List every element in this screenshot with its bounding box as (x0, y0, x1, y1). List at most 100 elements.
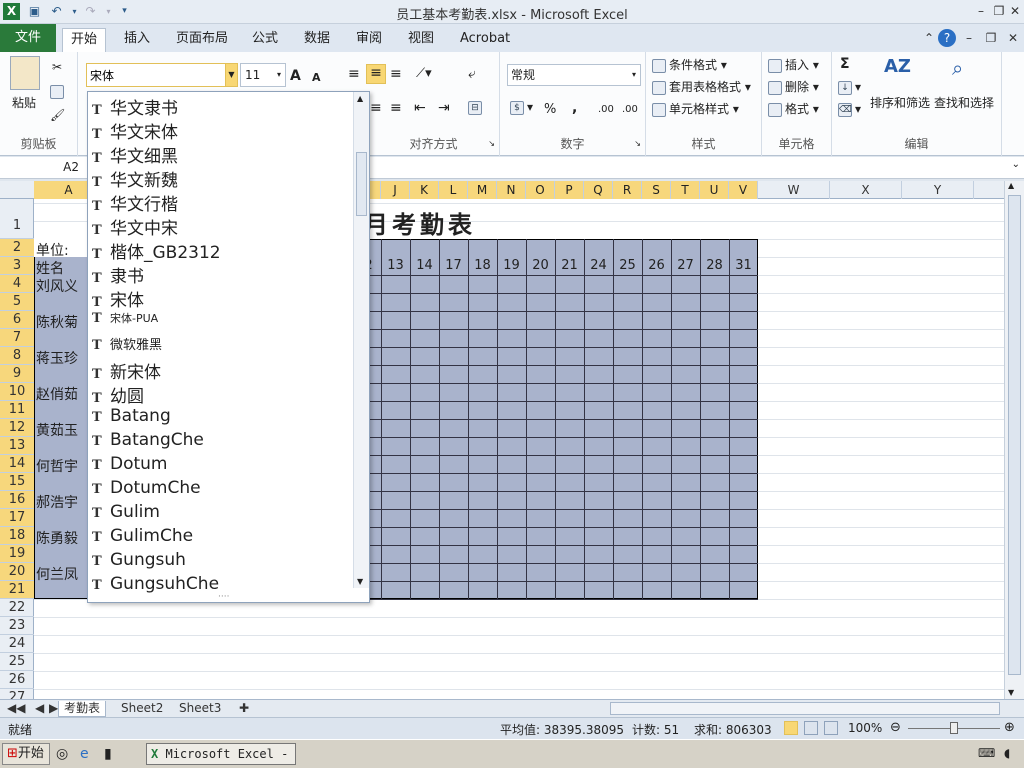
keyboard-icon[interactable]: ⌨ (978, 746, 995, 760)
column-header-k[interactable]: K (410, 181, 439, 199)
insert-sheet-icon[interactable]: ✚ (234, 701, 254, 717)
close-icon[interactable]: ✕ (1006, 2, 1024, 20)
font-name-input[interactable] (87, 64, 225, 86)
scroll-thumb[interactable] (1008, 195, 1021, 675)
row-header-23[interactable]: 23 (0, 617, 34, 635)
column-header-p[interactable]: P (555, 181, 584, 199)
row-header-18[interactable]: 18 (0, 527, 34, 545)
row-header-6[interactable]: 6 (0, 311, 34, 329)
format-painter-icon[interactable]: 🖌 (50, 108, 65, 122)
find-select-button[interactable]: 查找和选择 (934, 94, 994, 111)
tab-view[interactable]: 视图 (400, 28, 442, 52)
increase-indent-icon[interactable]: ⇥ (438, 100, 450, 116)
row-header-11[interactable]: 11 (0, 401, 34, 419)
scroll-up-icon[interactable]: ▲ (1008, 181, 1014, 190)
paste-button[interactable]: 粘贴 (12, 94, 36, 111)
align-center-icon[interactable]: ≡ (390, 100, 402, 116)
tab-formulas[interactable]: 公式 (244, 28, 286, 52)
row-header-26[interactable]: 26 (0, 671, 34, 689)
font-list-item[interactable]: T GulimChe (92, 526, 354, 550)
workbook-close-icon[interactable]: ✕ (1004, 29, 1022, 47)
tab-file[interactable]: 文件 (0, 24, 56, 52)
start-button[interactable]: ⊞开始 (2, 743, 50, 765)
decrease-decimal-button[interactable]: .00 (622, 104, 638, 115)
column-header-l[interactable]: L (439, 181, 468, 199)
number-launcher-icon[interactable]: ↘ (634, 139, 641, 148)
normal-view-icon[interactable] (784, 721, 798, 735)
font-list-item[interactable]: T 隶书 (92, 262, 354, 286)
name-box[interactable]: A2 (0, 157, 90, 178)
paste-icon[interactable] (10, 56, 40, 90)
font-list-scroll-thumb[interactable] (356, 152, 367, 216)
align-middle-icon[interactable]: ≡ (366, 64, 386, 84)
row-header-25[interactable]: 25 (0, 653, 34, 671)
tab-page-layout[interactable]: 页面布局 (168, 28, 236, 52)
column-header-o[interactable]: O (526, 181, 555, 199)
row-header-20[interactable]: 20 (0, 563, 34, 581)
font-size-combobox[interactable]: 11 ▾ (240, 63, 286, 87)
zoom-level[interactable]: 100% (848, 721, 882, 735)
row-header-24[interactable]: 24 (0, 635, 34, 653)
font-list-item[interactable]: T 宋体 (92, 286, 354, 310)
font-list-scroll-down-icon[interactable]: ▼ (357, 577, 363, 586)
align-left-icon[interactable]: ≡ (370, 100, 382, 116)
row-header-3[interactable]: 3 (0, 257, 34, 275)
minimize-icon[interactable]: – (972, 2, 990, 20)
taskbar-excel-button[interactable]: X Microsoft Excel - ... (146, 743, 296, 765)
fill-icon[interactable]: ↓ ▾ (838, 80, 861, 95)
column-header-j[interactable]: J (381, 181, 410, 199)
column-header-q[interactable]: Q (584, 181, 613, 199)
font-list-item[interactable]: T 华文中宋 (92, 214, 354, 238)
alignment-launcher-icon[interactable]: ↘ (488, 139, 495, 148)
column-header-v[interactable]: V (729, 181, 758, 199)
font-list-item[interactable]: T 华文新魏 (92, 166, 354, 190)
font-size-dropdown-icon[interactable]: ▾ (277, 64, 281, 86)
tab-data[interactable]: 数据 (296, 28, 338, 52)
font-list-item[interactable]: T Gungsuh (92, 550, 354, 574)
column-header-x[interactable]: X (830, 181, 902, 199)
delete-cells-button[interactable]: 删除 ▾ (768, 78, 819, 95)
row-header-4[interactable]: 4 (0, 275, 34, 293)
workbook-restore-icon[interactable]: ❐ (982, 29, 1000, 47)
row-header-7[interactable]: 7 (0, 329, 34, 347)
first-sheet-icon[interactable]: ◀◀ (2, 701, 30, 717)
font-list-dropdown[interactable]: ▲ ▼ ···· T 华文隶书 T 华文宋体 T 华文细黑 T 华文新魏 T 华文行楷 T 华文中宋 T… (87, 91, 370, 603)
decrease-indent-icon[interactable]: ⇤ (414, 100, 426, 116)
column-header-r[interactable]: R (613, 181, 642, 199)
sheet-tab-attendance[interactable]: 考勤表 (58, 701, 107, 717)
help-icon[interactable]: ? (938, 29, 956, 47)
font-dropdown-arrow-icon[interactable]: ▼ (225, 64, 237, 86)
grow-font-button[interactable]: A (290, 68, 301, 84)
column-header-n[interactable]: N (497, 181, 526, 199)
shrink-font-button[interactable]: A (312, 71, 321, 84)
percent-button[interactable]: % (544, 102, 556, 117)
column-header-m[interactable]: M (468, 181, 497, 199)
scroll-down-icon[interactable]: ▼ (1008, 688, 1014, 697)
row-header-5[interactable]: 5 (0, 293, 34, 311)
row-header-19[interactable]: 19 (0, 545, 34, 563)
row-header-2[interactable]: 2 (0, 239, 34, 257)
align-top-icon[interactable]: ≡ (348, 66, 360, 82)
workbook-minimize-icon[interactable]: – (960, 29, 978, 47)
page-break-view-icon[interactable] (824, 721, 838, 735)
row-header-10[interactable]: 10 (0, 383, 34, 401)
sort-filter-button[interactable]: 排序和筛选 (870, 94, 930, 111)
tab-review[interactable]: 审阅 (348, 28, 390, 52)
wrap-text-icon[interactable]: ⤶ (468, 66, 476, 82)
increase-decimal-button[interactable]: .00 (598, 104, 614, 115)
zoom-in-icon[interactable]: ⊕ (1004, 720, 1015, 735)
media-icon[interactable]: ▮ (104, 746, 112, 762)
font-list-item[interactable]: T 微软雅黑 (92, 334, 354, 358)
row-header-8[interactable]: 8 (0, 347, 34, 365)
font-list-item[interactable]: T 幼圆 (92, 382, 354, 406)
sheet-tab-sheet2[interactable]: Sheet2 (116, 701, 168, 717)
font-list-item[interactable]: T 楷体_GB2312 (92, 238, 354, 262)
conditional-format-button[interactable]: 条件格式 ▾ (652, 56, 727, 73)
column-header-w[interactable]: W (758, 181, 830, 199)
font-name-combobox[interactable]: ▼ (86, 63, 238, 87)
row-header-15[interactable]: 15 (0, 473, 34, 491)
font-list-item[interactable]: T 华文宋体 (92, 118, 354, 142)
insert-cells-button[interactable]: 插入 ▾ (768, 56, 819, 73)
font-list-item[interactable]: T Batang (92, 406, 354, 430)
row-header-13[interactable]: 13 (0, 437, 34, 455)
